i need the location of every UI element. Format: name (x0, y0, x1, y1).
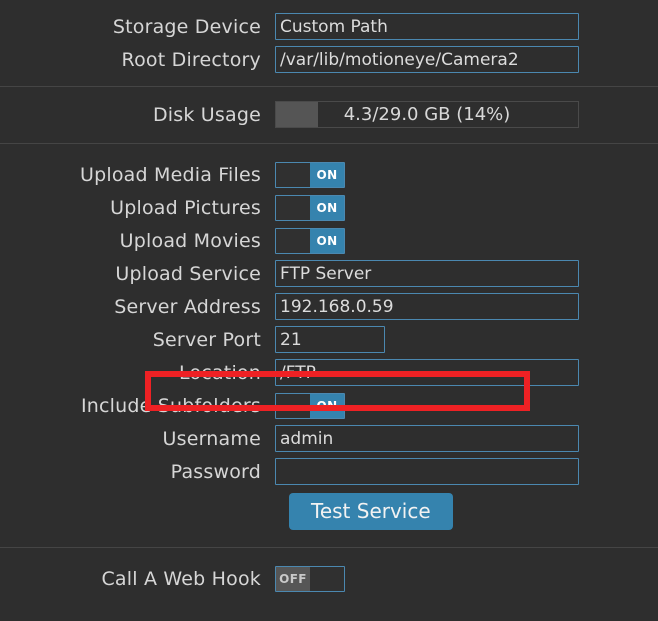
toggle-left-half (276, 228, 310, 253)
row-upload-service: Upload Service (0, 257, 658, 290)
row-storage-device: Storage Device (0, 10, 658, 43)
server-port-label: Server Port (152, 328, 261, 351)
storage-device-input[interactable] (275, 13, 579, 40)
row-server-address: Server Address (0, 290, 658, 323)
row-call-a-web-hook: Call A Web Hook OFF (0, 562, 658, 595)
include-subfolders-toggle[interactable]: ON (275, 392, 345, 419)
disk-usage-label: Disk Usage (152, 103, 261, 126)
upload-movies-label: Upload Movies (119, 229, 261, 252)
toggle-left-half (276, 393, 310, 418)
toggle-state-label: ON (310, 393, 344, 418)
row-include-subfolders: Include Subfolders ON (0, 389, 658, 422)
password-label: Password (170, 460, 261, 483)
storage-device-label: Storage Device (112, 15, 261, 38)
upload-media-files-toggle[interactable]: ON (275, 161, 345, 188)
row-root-directory: Root Directory (0, 43, 658, 76)
row-location: Location (0, 356, 658, 389)
row-test-service: Test Service (0, 488, 658, 534)
disk-usage-progress-bar: 4.3/29.0 GB (14%) (275, 101, 579, 128)
toggle-left-half (276, 195, 310, 220)
username-input[interactable] (275, 425, 579, 452)
location-input[interactable] (275, 359, 579, 386)
username-label: Username (162, 427, 261, 450)
settings-panel: Storage Device Root Directory Disk Usage… (0, 0, 658, 621)
row-password: Password (0, 455, 658, 488)
server-address-input[interactable] (275, 293, 579, 320)
row-upload-media-files: Upload Media Files ON (0, 158, 658, 191)
test-service-button[interactable]: Test Service (289, 492, 453, 530)
upload-movies-toggle[interactable]: ON (275, 227, 345, 254)
disk-usage-value: 4.3/29.0 GB (14%) (343, 104, 511, 125)
webhook-section: Call A Web Hook OFF (0, 547, 658, 605)
row-username: Username (0, 422, 658, 455)
upload-media-files-label: Upload Media Files (79, 163, 261, 186)
location-label: Location (179, 361, 261, 384)
upload-service-input[interactable] (275, 260, 579, 287)
server-address-label: Server Address (114, 295, 261, 318)
row-upload-pictures: Upload Pictures ON (0, 191, 658, 224)
row-disk-usage: Disk Usage 4.3/29.0 GB (14%) (0, 98, 658, 131)
upload-pictures-toggle[interactable]: ON (275, 194, 345, 221)
call-a-web-hook-toggle[interactable]: OFF (275, 565, 345, 592)
storage-section: Storage Device Root Directory (0, 0, 658, 86)
include-subfolders-label: Include Subfolders (80, 394, 261, 417)
toggle-state-label: ON (310, 195, 344, 220)
root-directory-input[interactable] (275, 46, 579, 73)
upload-pictures-label: Upload Pictures (110, 196, 261, 219)
password-input[interactable] (275, 458, 579, 485)
toggle-state-label: ON (310, 162, 344, 187)
upload-section: Upload Media Files ON Upload Pictures ON… (0, 143, 658, 547)
toggle-state-label: OFF (276, 566, 310, 591)
row-server-port: Server Port (0, 323, 658, 356)
upload-service-label: Upload Service (115, 262, 261, 285)
toggle-left-half (276, 162, 310, 187)
toggle-right-half (310, 566, 344, 591)
server-port-input[interactable] (275, 326, 385, 353)
disk-usage-section: Disk Usage 4.3/29.0 GB (14%) (0, 86, 658, 143)
call-a-web-hook-label: Call A Web Hook (101, 567, 261, 590)
row-upload-movies: Upload Movies ON (0, 224, 658, 257)
toggle-state-label: ON (310, 228, 344, 253)
root-directory-label: Root Directory (121, 48, 261, 71)
